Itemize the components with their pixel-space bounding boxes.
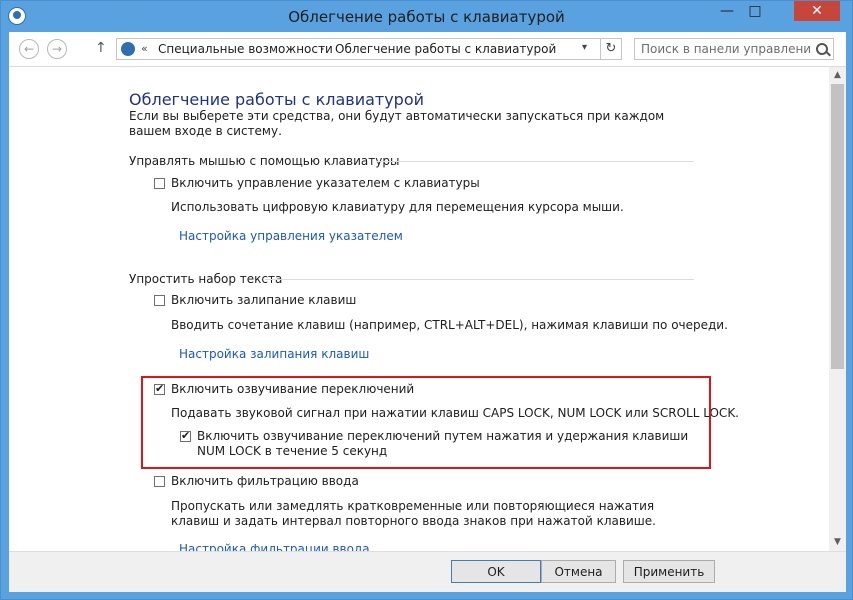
- breadcrumb-overflow[interactable]: «: [141, 42, 148, 55]
- page-description: Если вы выберете эти средства, они будут…: [129, 109, 665, 138]
- close-button[interactable]: ✕: [794, 1, 840, 21]
- page-title: Облегчение работы с клавиатурой: [129, 90, 425, 109]
- minimize-button[interactable]: —: [713, 1, 741, 21]
- highlight-frame: [141, 376, 711, 469]
- refresh-icon: ↻: [605, 41, 617, 56]
- breadcrumb-ease-of-access[interactable]: Специальные возможности: [158, 42, 333, 56]
- mouse-keys-checkbox[interactable]: [154, 178, 165, 189]
- arrow-up-icon: ↑: [95, 40, 107, 56]
- up-button[interactable]: ↑: [95, 40, 107, 56]
- filter-keys-description: Пропускать или замедлять кратковременные…: [171, 499, 656, 528]
- scroll-thumb[interactable]: [831, 84, 844, 369]
- chevron-down-icon[interactable]: ▾: [582, 42, 587, 53]
- maximize-button[interactable]: □: [741, 1, 769, 21]
- section-divider: [265, 279, 694, 280]
- dialog-footer: OK Отмена Применить: [9, 551, 846, 592]
- filter-keys-settings-link[interactable]: Настройка фильтрации ввода: [179, 542, 370, 551]
- arrow-right-icon: →: [51, 42, 63, 56]
- sticky-keys-checkbox[interactable]: [154, 295, 165, 306]
- scroll-down-arrow-icon[interactable]: ▼: [829, 534, 846, 551]
- refresh-button[interactable]: ↻: [600, 38, 622, 60]
- mouse-keys-label[interactable]: Включить управление указателем с клавиат…: [171, 176, 480, 190]
- arrow-left-icon: ←: [23, 42, 35, 56]
- control-panel-window: Облегчение работы с клавиатурой — □ ✕ ← …: [0, 0, 853, 600]
- section-heading-typing: Упростить набор текста: [129, 272, 283, 286]
- scroll-up-arrow-icon[interactable]: ▲: [829, 67, 846, 84]
- title-bar[interactable]: Облегчение работы с клавиатурой — □ ✕: [1, 1, 852, 32]
- breadcrumb-separator[interactable]: ›: [320, 42, 324, 55]
- section-divider: [377, 161, 694, 162]
- search-icon[interactable]: [816, 43, 828, 55]
- mouse-keys-description: Использовать цифровую клавиатуру для пер…: [171, 200, 624, 214]
- forward-button[interactable]: →: [47, 39, 67, 59]
- filter-keys-checkbox[interactable]: [154, 476, 165, 487]
- ok-button[interactable]: OK: [451, 560, 541, 583]
- control-panel-icon: [121, 42, 135, 56]
- section-heading-mouse-keys: Управлять мышью с помощью клавиатуры: [129, 154, 400, 168]
- search-box[interactable]: [634, 38, 834, 60]
- search-input[interactable]: [641, 41, 811, 57]
- apply-button[interactable]: Применить: [623, 560, 715, 583]
- mouse-keys-settings-link[interactable]: Настройка управления указателем: [179, 229, 403, 243]
- main-content: Облегчение работы с клавиатурой Если вы …: [9, 67, 829, 551]
- sticky-keys-label[interactable]: Включить залипание клавиш: [171, 293, 356, 307]
- sticky-keys-settings-link[interactable]: Настройка залипания клавиш: [179, 347, 369, 361]
- address-bar[interactable]: « Специальные возможности › Облегчение р…: [116, 38, 601, 60]
- sticky-keys-description: Вводить сочетание клавиш (например, CTRL…: [171, 318, 728, 332]
- filter-keys-label[interactable]: Включить фильтрацию ввода: [171, 474, 359, 488]
- back-button[interactable]: ←: [19, 39, 39, 59]
- vertical-scrollbar[interactable]: ▲ ▼: [829, 67, 846, 551]
- navigation-bar: ← → ↑ « Специальные возможности › Облегч…: [9, 32, 846, 67]
- cancel-button[interactable]: Отмена: [541, 560, 616, 583]
- breadcrumb-keyboard[interactable]: Облегчение работы с клавиатурой: [335, 42, 556, 56]
